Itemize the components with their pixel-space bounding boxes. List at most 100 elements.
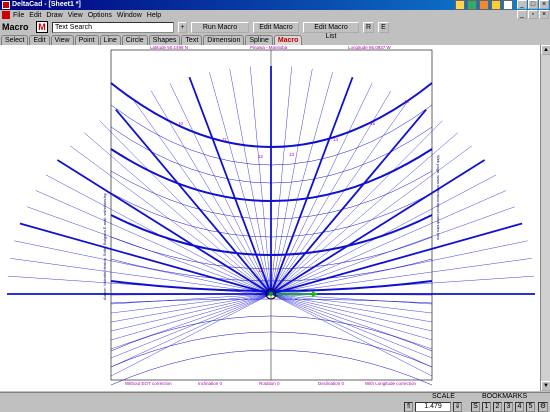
hour-line (270, 293, 433, 332)
hour-line (270, 76, 354, 295)
author-label: Author: Valentin Hristov, Sofia, Bulgari… (102, 194, 107, 301)
bookmark-4-button[interactable]: 4 (515, 402, 524, 412)
e-button[interactable]: E (378, 21, 389, 33)
inclination-label: Inclination 0 (198, 381, 223, 386)
bookmark-2-button[interactable]: 2 (493, 402, 502, 412)
maximize-icon[interactable]: □ (528, 0, 538, 9)
tray-icon[interactable] (467, 0, 477, 10)
webpage-label: Web page: www.valhristov.tripod.com/inde… (436, 155, 441, 240)
scale-label: SCALE (432, 393, 455, 400)
document-controls: _ ▫ × (517, 10, 549, 19)
tab-spline[interactable]: Spline (245, 35, 273, 45)
tray-icon[interactable] (503, 0, 513, 10)
tray-icon[interactable] (479, 0, 489, 10)
tab-shapes[interactable]: Shapes (148, 35, 181, 45)
gnomon-center (269, 292, 273, 296)
menu-bar: File Edit Draw View Options Window Help (0, 10, 550, 20)
menu-edit[interactable]: Edit (29, 12, 41, 19)
doc-minimize-icon[interactable]: _ (517, 10, 527, 19)
bookmark-3-button[interactable]: 3 (504, 402, 513, 412)
hour-line (270, 222, 523, 295)
settings-icon[interactable]: ⚙ (538, 402, 548, 412)
gnomon-arrow-icon (312, 291, 318, 297)
system-tray (455, 0, 513, 10)
eot-label: Without EOT correction (125, 381, 172, 386)
hour-label: 12 (258, 154, 264, 159)
window-controls: _ □ × (517, 0, 549, 9)
hour-line (270, 68, 313, 295)
hour-label: 14 (333, 137, 339, 142)
minimize-icon[interactable]: _ (517, 0, 527, 9)
doc-close-icon[interactable]: × (539, 10, 549, 19)
r-button[interactable]: R (363, 21, 374, 33)
tab-macro[interactable]: Macro (273, 35, 303, 45)
drawing-canvas[interactable]: Latitude 50.1498 N Pinawa - Manitoba Lon… (0, 45, 540, 391)
menu-options[interactable]: Options (88, 12, 112, 19)
hour-label: 13 (289, 152, 295, 157)
hour-line (110, 293, 272, 323)
text-search-input[interactable]: Text Search (52, 21, 174, 33)
hour-label: 11 (222, 137, 227, 142)
bookmarks-label: BOOKMARKS (482, 393, 528, 400)
date-curve (110, 298, 433, 304)
run-macro-button[interactable]: Run Macro (191, 21, 249, 33)
tab-edit[interactable]: Edit (29, 35, 50, 45)
edit-macro-button[interactable]: Edit Macro (253, 21, 299, 33)
hour-label: 15 (370, 121, 376, 126)
hour-line (84, 132, 272, 295)
window-title: DeltaCad - [Sheet1 *] (12, 1, 81, 8)
menu-view[interactable]: View (68, 12, 83, 19)
tab-dimension[interactable]: Dimension (203, 35, 245, 45)
edit-macro-list-button[interactable]: Edit Macro List (303, 21, 359, 40)
hour-line (19, 222, 272, 295)
scale-up-icon[interactable]: ⇑ (404, 402, 413, 412)
hour-label: 10 (178, 121, 184, 126)
macro-toolbar: Macro M Text Search + Run Macro Edit Mac… (0, 20, 550, 40)
hour-line (110, 293, 272, 368)
menu-draw[interactable]: Draw (46, 12, 62, 19)
date-curves (7, 66, 535, 295)
tab-circle[interactable]: Circle (121, 35, 148, 45)
menu-file[interactable]: File (13, 12, 24, 19)
menu-help[interactable]: Help (147, 12, 161, 19)
scale-value[interactable]: 1.479 (415, 402, 451, 412)
hour-label: 16 (404, 99, 410, 104)
tab-point[interactable]: Point (74, 35, 99, 45)
hour-line (10, 258, 272, 295)
document-icon[interactable] (2, 11, 10, 19)
longitude-correction-label: With Longitude correction (365, 381, 417, 386)
bookmark-1-button[interactable]: 1 (482, 402, 491, 412)
tab-line[interactable]: Line (99, 35, 121, 45)
tab-view[interactable]: View (50, 35, 74, 45)
tab-text[interactable]: Text (181, 35, 203, 45)
close-icon[interactable]: × (539, 0, 549, 9)
hour-line (270, 132, 458, 295)
app-icon (2, 1, 10, 9)
scale-down-icon[interactable]: ⇓ (453, 402, 462, 412)
scroll-down-icon[interactable]: ▼ (541, 381, 550, 391)
latitude-label: Latitude 50.1498 N (150, 45, 188, 50)
sundial-drawing: Latitude 50.1498 N Pinawa - Manitoba Lon… (7, 45, 535, 386)
hour-line (270, 293, 433, 323)
bookmark-s-button[interactable]: S (471, 402, 480, 412)
scroll-up-icon[interactable]: ▲ (541, 45, 550, 55)
macro-dropdown-button[interactable]: + (178, 21, 187, 33)
hour-line (250, 66, 272, 295)
declination-label: Declination 0 (318, 381, 345, 386)
hour-line (188, 76, 272, 295)
macro-mode-icon[interactable]: M (36, 21, 48, 33)
bookmark-5-button[interactable]: 5 (526, 402, 535, 412)
hour-line (270, 258, 532, 295)
tray-icon[interactable] (491, 0, 501, 10)
tab-select[interactable]: Select (1, 35, 29, 45)
hour-line (270, 293, 433, 368)
tray-icon[interactable] (455, 0, 465, 10)
hour-line (270, 66, 292, 295)
doc-restore-icon[interactable]: ▫ (528, 10, 538, 19)
menu-window[interactable]: Window (117, 12, 142, 19)
hour-line (132, 99, 272, 295)
vertical-scrollbar[interactable]: ▲ ▼ (540, 45, 550, 391)
hour-line (270, 190, 507, 295)
rotation-label: Rotation 0 (259, 381, 280, 386)
hour-line (270, 99, 410, 295)
